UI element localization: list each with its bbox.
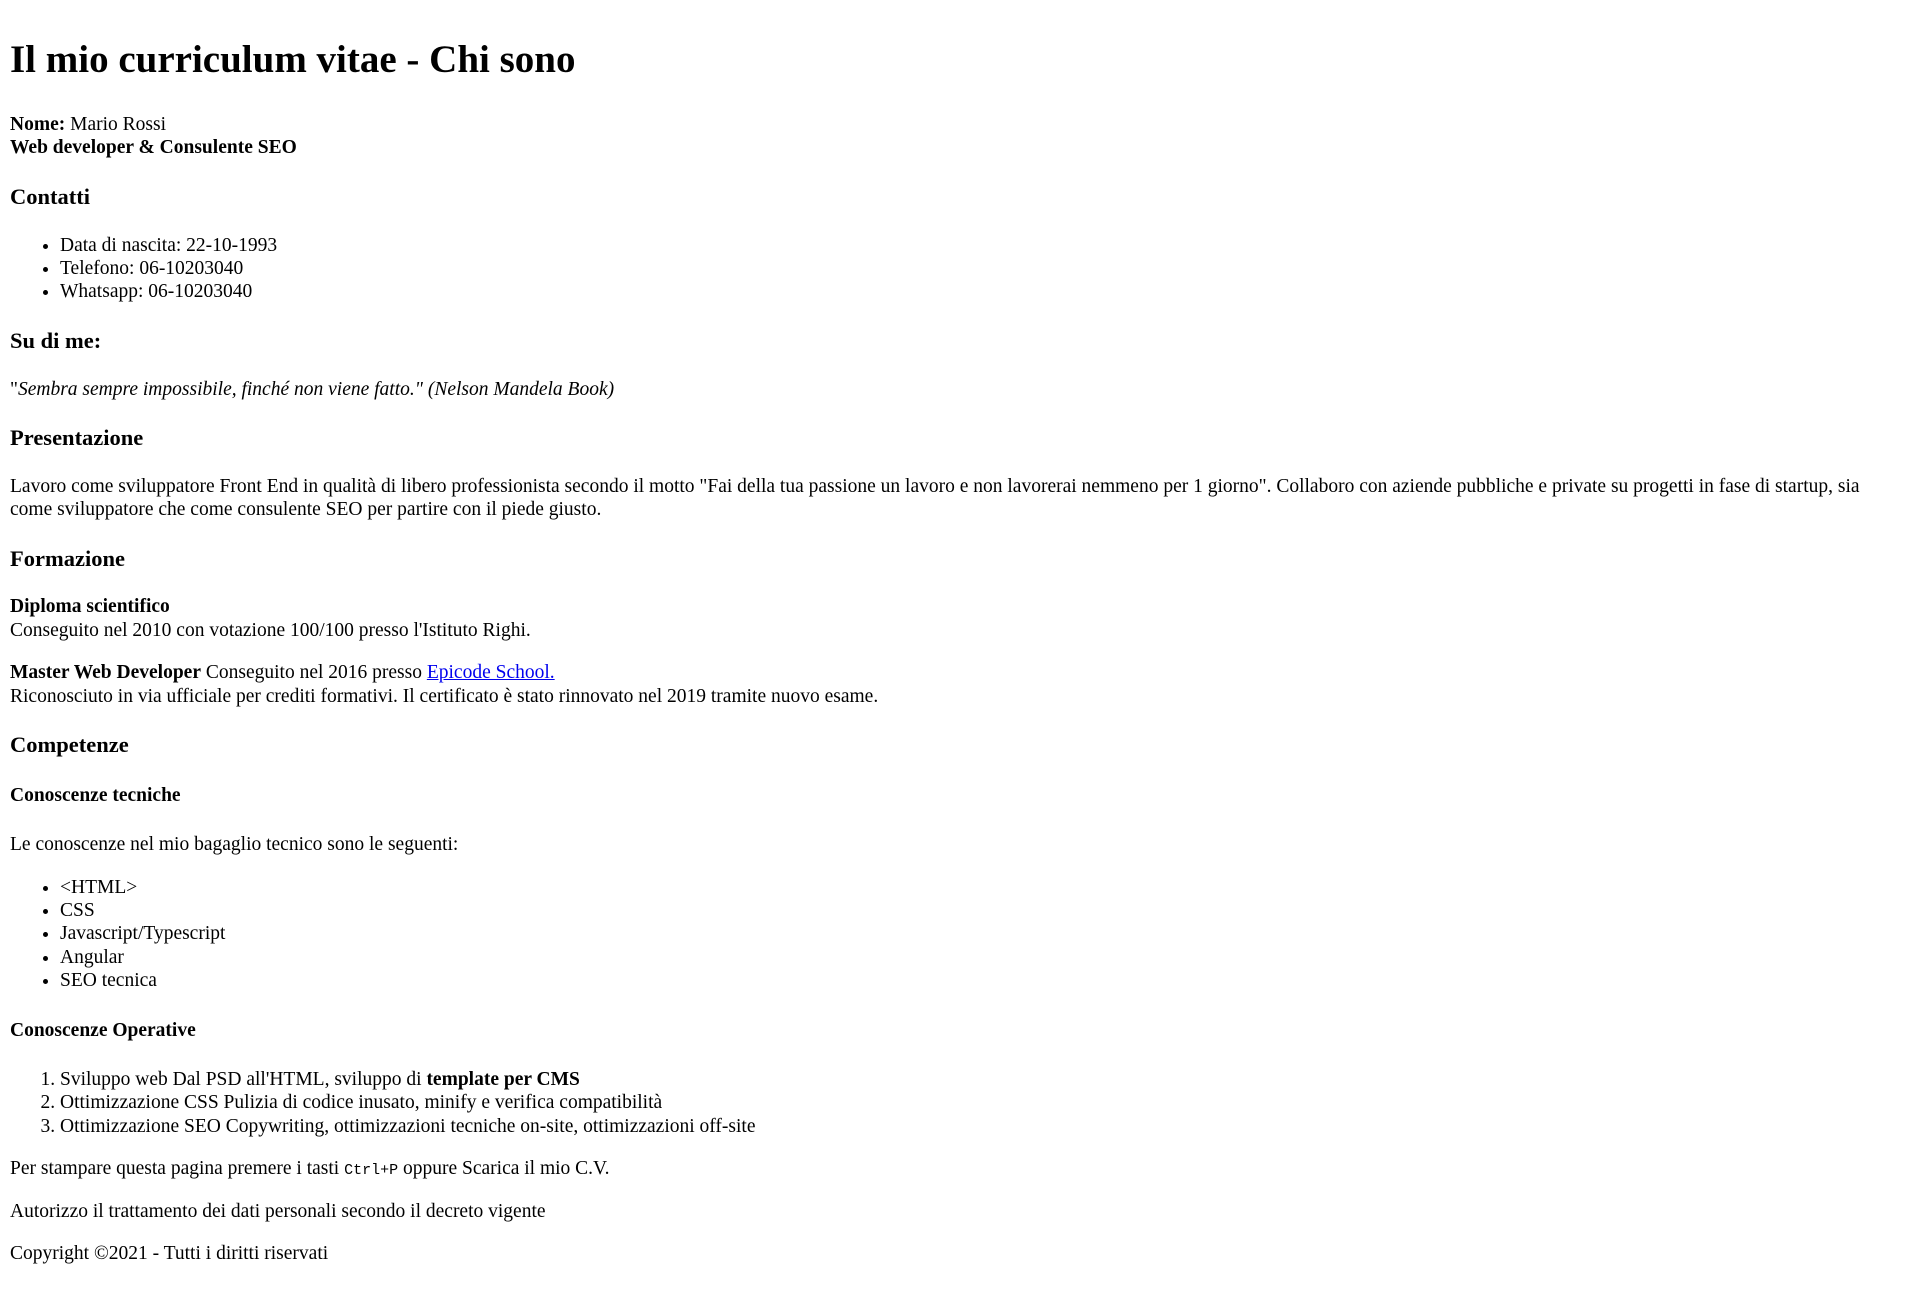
cv-page: Il mio curriculum vitae - Chi sono Nome:… xyxy=(0,38,1910,1265)
page-title: Il mio curriculum vitae - Chi sono xyxy=(10,38,576,81)
print-text-before: Per stampare questa pagina premere i tas… xyxy=(10,1158,345,1180)
skill-item: Javascript/Typescript xyxy=(60,922,1900,945)
contact-birthdate: Data di nascita: 22-10-1993 xyxy=(60,234,1900,257)
copyright: Copyright ©2021 - Tutti i diritti riserv… xyxy=(10,1242,329,1264)
contacts-heading: Contatti xyxy=(10,183,90,209)
print-instructions: Per stampare questa pagina premere i tas… xyxy=(10,1157,1900,1180)
technical-skills-list: <HTML> CSS Javascript/Typescript Angular… xyxy=(10,876,1900,993)
operative-item-text: Ottimizzazione CSS Pulizia di codice inu… xyxy=(60,1092,663,1114)
technical-skills-intro: Le conoscenze nel mio bagaglio tecnico s… xyxy=(10,834,459,856)
operative-item-bold: template per CMS xyxy=(426,1069,580,1091)
master-text: Conseguito nel 2016 presso xyxy=(200,662,427,684)
role-title: Web developer & Consulente SEO xyxy=(10,137,297,159)
contacts-list: Data di nascita: 22-10-1993 Telefono: 06… xyxy=(10,234,1900,304)
diploma-entry: Diploma scientifico Conseguito nel 2010 … xyxy=(10,595,1900,642)
skills-heading: Competenze xyxy=(10,732,129,758)
identity-block: Nome: Mario Rossi Web developer & Consul… xyxy=(10,113,1900,160)
about-heading: Su di me: xyxy=(10,327,102,353)
operative-item-text: Ottimizzazione SEO Copywriting, ottimizz… xyxy=(60,1115,756,1137)
presentation-heading: Presentazione xyxy=(10,424,144,450)
education-heading: Formazione xyxy=(10,545,125,571)
operative-item: Ottimizzazione CSS Pulizia di codice inu… xyxy=(60,1091,1900,1114)
skill-item: <HTML> xyxy=(60,876,1900,899)
contact-whatsapp: Whatsapp: 06-10203040 xyxy=(60,280,1900,303)
master-entry: Master Web Developer Conseguito nel 2016… xyxy=(10,661,1900,708)
name-value: Mario Rossi xyxy=(65,113,166,135)
diploma-text: Conseguito nel 2010 con votazione 100/10… xyxy=(10,619,531,641)
master-title: Master Web Developer xyxy=(10,662,201,684)
name-label: Nome: xyxy=(10,113,66,135)
diploma-title: Diploma scientifico xyxy=(10,596,170,618)
operative-item-text: Sviluppo web Dal PSD all'HTML, sviluppo … xyxy=(60,1069,427,1091)
print-text-after: oppure Scarica il mio C.V. xyxy=(398,1158,610,1180)
operative-skills-heading: Conoscenze Operative xyxy=(10,1019,196,1041)
master-note: Riconosciuto in via ufficiale per credit… xyxy=(10,685,879,707)
operative-item: Ottimizzazione SEO Copywriting, ottimizz… xyxy=(60,1115,1900,1138)
quote-open-mark: " xyxy=(10,378,18,400)
technical-skills-heading: Conoscenze tecniche xyxy=(10,784,181,806)
skill-item: Angular xyxy=(60,946,1900,969)
operative-item: Sviluppo web Dal PSD all'HTML, sviluppo … xyxy=(60,1068,1900,1091)
quote-text: Sembra sempre impossibile, finché non vi… xyxy=(17,378,615,400)
name-line: Nome: Mario Rossi xyxy=(10,113,1900,136)
skill-item: CSS xyxy=(60,899,1900,922)
presentation-text: Lavoro come sviluppatore Front End in qu… xyxy=(10,475,1860,521)
print-shortcut: Ctrl+P xyxy=(344,1162,399,1180)
skill-item: SEO tecnica xyxy=(60,969,1900,992)
epicode-school-link[interactable]: Epicode School. xyxy=(427,662,555,683)
about-quote: "Sembra sempre impossibile, finché non v… xyxy=(10,378,1900,401)
operative-skills-list: Sviluppo web Dal PSD all'HTML, sviluppo … xyxy=(10,1068,1900,1138)
privacy-consent: Autorizzo il trattamento dei dati person… xyxy=(10,1200,546,1222)
contact-phone: Telefono: 06-10203040 xyxy=(60,257,1900,280)
